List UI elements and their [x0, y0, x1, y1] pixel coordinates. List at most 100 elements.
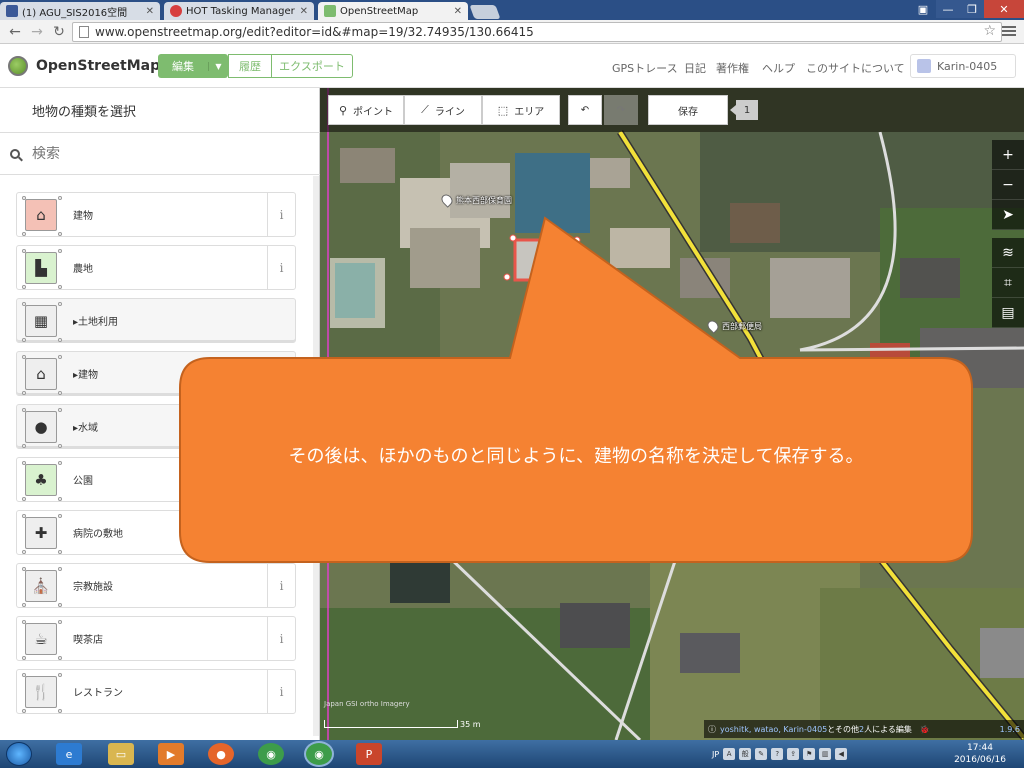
preset-item[interactable]: ⌂ 建物 i [16, 192, 296, 237]
help-icon[interactable]: ? [771, 748, 784, 760]
preset-label: 宗教施設 [73, 582, 113, 593]
vertex-marker [58, 461, 62, 465]
imagery-attribution[interactable]: Japan GSI ortho Imagery [324, 700, 410, 708]
info-icon[interactable]: i [267, 670, 295, 713]
info-icon[interactable]: i [267, 564, 295, 607]
bookmark-star-icon[interactable]: ☆ [983, 23, 996, 39]
tab-label: OpenStreetMap [340, 5, 419, 17]
undo-button[interactable]: ↶ [568, 95, 602, 125]
poi-nursery[interactable]: 熊本西部保育園 [439, 192, 512, 208]
zoom-out-button[interactable]: − [992, 170, 1024, 200]
export-button[interactable]: エクスポート [271, 54, 353, 78]
tab-hot[interactable]: HOT Tasking Manager ✕ [164, 2, 314, 20]
volume-icon[interactable]: ◀ [835, 748, 848, 760]
file-explorer-icon[interactable]: ▭ [108, 743, 134, 765]
user-avatar-icon [917, 59, 931, 73]
info-icon[interactable]: i [267, 617, 295, 660]
search-icon [10, 148, 20, 159]
preset-search-input[interactable] [32, 145, 292, 162]
info-icon[interactable]: ⓘ [708, 724, 716, 735]
profile-icon[interactable]: ▣ [912, 0, 934, 18]
close-icon[interactable]: ✕ [146, 6, 154, 17]
zoom-in-button[interactable]: + [992, 140, 1024, 170]
window-close-button[interactable]: ✕ [984, 0, 1024, 18]
map-data-icon[interactable]: ⌗ [992, 268, 1024, 298]
osm-logo-icon [8, 56, 28, 76]
forward-button[interactable]: → [28, 23, 46, 41]
powerpoint-icon[interactable]: P [356, 743, 382, 765]
flag-icon[interactable]: ⚑ [803, 748, 816, 760]
tab-osm[interactable]: OpenStreetMap ✕ [318, 2, 468, 20]
user-menu[interactable]: Karin-0405 [910, 54, 1016, 78]
version-label[interactable]: 1.9.6 [1000, 725, 1024, 734]
edit-label: 編集 [172, 60, 194, 73]
system-tray: JP A 般 ✎ ? ⇪ ⚑ ▥ ◀ [712, 744, 848, 764]
address-bar[interactable]: www.openstreetmap.org/edit?editor=id&#ma… [72, 22, 1002, 42]
farm-icon: ▙ [25, 251, 57, 284]
system-clock[interactable]: 17:44 2016/06/16 [944, 742, 1016, 766]
nav-copyright[interactable]: 著作権 [716, 60, 749, 76]
info-icon[interactable]: i [267, 193, 295, 236]
nav-diary[interactable]: 日記 [684, 60, 706, 76]
kana-icon[interactable]: 般 [739, 748, 752, 760]
bug-icon[interactable]: 🐞 [920, 725, 930, 734]
tab-agu[interactable]: (1) AGU_SIS2016空間 ✕ [0, 2, 160, 20]
redo-button[interactable]: ↷ [604, 95, 638, 125]
osm-logo[interactable]: OpenStreetMap [8, 56, 160, 76]
map-side-controls: ≋ ⌗ ▤ [992, 238, 1024, 328]
vertex-marker [22, 391, 26, 395]
back-button[interactable]: ← [6, 23, 24, 41]
media-player-icon[interactable]: ▶ [158, 743, 184, 765]
undo-icon: ↶ [580, 104, 590, 116]
contributors-tail: 人による編集 [864, 724, 912, 734]
vertex-marker [22, 567, 26, 571]
minimize-button[interactable]: — [936, 0, 960, 18]
preset-item[interactable]: ☕ 喫茶店 i [16, 616, 296, 661]
nav-gps-traces[interactable]: GPSトレース [612, 60, 678, 76]
preset-item[interactable]: ⛪ 宗教施設 i [16, 563, 296, 608]
scale-bar [324, 720, 458, 728]
history-button[interactable]: 履歴 [228, 54, 272, 78]
callout-text: その後は、ほかのものと同じように、建物の名称を決定して保存する。 [288, 446, 864, 467]
chrome-active-icon[interactable]: ◉ [306, 743, 332, 765]
vertex-marker [22, 249, 26, 253]
firefox-icon[interactable]: ● [208, 743, 234, 765]
save-count-badge: 1 [730, 100, 758, 120]
start-button[interactable] [6, 742, 32, 766]
new-tab-button[interactable] [469, 5, 501, 19]
close-icon[interactable]: ✕ [454, 6, 462, 17]
caps-icon[interactable]: ⇪ [787, 748, 800, 760]
network-icon[interactable]: ▥ [819, 748, 832, 760]
tool-icon[interactable]: ✎ [755, 748, 768, 760]
vertex-marker [22, 620, 26, 624]
edit-button[interactable]: 編集 ▼ [158, 54, 228, 78]
vertex-marker [22, 444, 26, 448]
save-button[interactable]: 保存 [648, 95, 728, 125]
vertex-marker [58, 673, 62, 677]
vertex-marker [22, 302, 26, 306]
add-area-button[interactable]: ⬚ エリア [482, 95, 560, 125]
nav-help[interactable]: ヘルプ [762, 60, 795, 76]
landuse-icon: ▦ [25, 304, 57, 337]
internet-explorer-icon[interactable]: e [56, 743, 82, 765]
reload-button[interactable]: ↻ [50, 23, 68, 41]
geolocate-button[interactable]: ➤ [992, 200, 1024, 230]
chrome-icon[interactable]: ◉ [258, 743, 284, 765]
ime-icon[interactable]: A [723, 748, 736, 760]
language-indicator[interactable]: JP [712, 750, 719, 759]
hospital-icon: ✚ [25, 516, 57, 549]
vertex-marker [22, 709, 26, 713]
close-icon[interactable]: ✕ [300, 6, 308, 17]
add-line-button[interactable]: ⟋ ライン [404, 95, 482, 125]
browser-menu-icon[interactable] [1002, 24, 1016, 38]
info-icon[interactable]: i [267, 246, 295, 289]
vertex-marker [58, 603, 62, 607]
layers-icon[interactable]: ≋ [992, 238, 1024, 268]
maximize-button[interactable]: ❐ [960, 0, 984, 18]
issues-icon[interactable]: ▤ [992, 298, 1024, 328]
contributors-link[interactable]: yoshitk, watao, Karin-0405 [720, 725, 827, 734]
add-point-button[interactable]: ⚲ ポイント [328, 95, 404, 125]
nav-about[interactable]: このサイトについて [806, 60, 905, 76]
caret-down-icon[interactable]: ▼ [208, 61, 228, 71]
preset-item[interactable]: 🍴 レストラン i [16, 669, 296, 714]
